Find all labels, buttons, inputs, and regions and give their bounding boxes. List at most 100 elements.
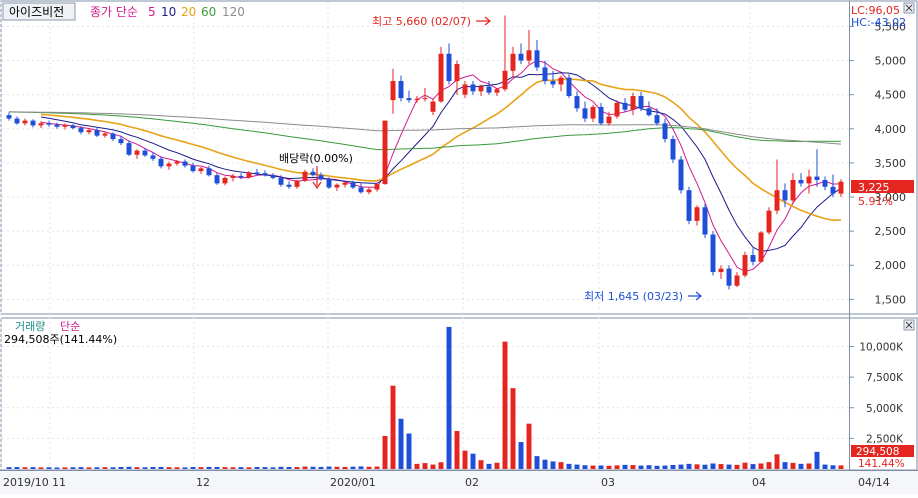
volume-bar bbox=[318, 466, 324, 469]
volume-ma-label: 단순 bbox=[60, 320, 80, 333]
candle-body bbox=[814, 176, 820, 180]
candle-body bbox=[134, 150, 140, 155]
candle-body bbox=[46, 123, 52, 125]
candle-body bbox=[358, 187, 364, 193]
candle-body bbox=[182, 161, 188, 166]
candle-body bbox=[374, 184, 380, 190]
candle-body bbox=[230, 175, 236, 178]
candle-body bbox=[710, 234, 716, 273]
volume-bar bbox=[438, 462, 444, 469]
volume-bar bbox=[726, 464, 732, 469]
price-tick-label: 4,500 bbox=[875, 89, 907, 102]
volume-bar bbox=[782, 462, 788, 469]
volume-bar bbox=[134, 467, 140, 469]
x-axis-strip bbox=[0, 470, 918, 494]
date-tick-label: 12 bbox=[196, 476, 210, 489]
candle-body bbox=[342, 182, 348, 185]
volume-bar bbox=[390, 385, 396, 469]
volume-bar bbox=[494, 462, 500, 469]
volume-bar bbox=[334, 466, 340, 469]
volume-bar bbox=[358, 466, 364, 469]
volume-bar bbox=[150, 467, 156, 469]
candle-body bbox=[14, 118, 20, 124]
candle-body bbox=[422, 98, 428, 100]
price-panel-frame bbox=[0, 0, 918, 315]
volume-bar bbox=[462, 450, 468, 469]
candle-body bbox=[782, 190, 788, 201]
volume-bar bbox=[14, 467, 20, 469]
candle-body bbox=[430, 101, 436, 112]
volume-bar bbox=[558, 462, 564, 469]
volume-bar bbox=[814, 451, 820, 469]
candle-body bbox=[262, 173, 268, 176]
volume-bar bbox=[30, 467, 36, 469]
volume-bar bbox=[246, 467, 252, 469]
volume-tag-value: 294,508 bbox=[856, 446, 899, 458]
volume-bar bbox=[286, 466, 292, 469]
candle-body bbox=[614, 102, 620, 117]
candle-body bbox=[566, 77, 572, 97]
volume-bar bbox=[550, 461, 556, 469]
volume-bar bbox=[694, 464, 700, 469]
candle-body bbox=[542, 67, 548, 82]
candle-body bbox=[798, 179, 804, 184]
volume-bar bbox=[542, 459, 548, 469]
candle-body bbox=[662, 123, 668, 140]
stock-chart-window: 1,500 2,000 2,500 3,000 3,500 4,000 4,500 5,000… bbox=[0, 0, 918, 494]
volume-bar bbox=[38, 467, 44, 469]
candle-body bbox=[670, 139, 676, 160]
candle-body bbox=[294, 180, 300, 187]
candle-body bbox=[806, 176, 812, 184]
volume-bar bbox=[294, 467, 300, 469]
candle-body bbox=[742, 255, 748, 276]
candle-body bbox=[510, 53, 516, 71]
volume-bar bbox=[414, 463, 420, 469]
volume-bar bbox=[582, 465, 588, 469]
candle-body bbox=[174, 161, 180, 164]
candle-body bbox=[366, 189, 372, 193]
volume-bar bbox=[342, 466, 348, 469]
price-tick-label: 3,500 bbox=[875, 157, 907, 170]
volume-bar bbox=[182, 467, 188, 469]
hc-label: HC:-43,02 bbox=[851, 16, 906, 29]
volume-bar bbox=[638, 465, 644, 469]
volume-bar bbox=[374, 466, 380, 469]
volume-bar bbox=[86, 467, 92, 469]
volume-bar bbox=[662, 465, 668, 469]
candle-body bbox=[646, 108, 652, 116]
volume-bar bbox=[758, 463, 764, 469]
volume-bar bbox=[534, 456, 540, 469]
volume-bar bbox=[190, 467, 196, 469]
volume-bar bbox=[718, 464, 724, 469]
candle-body bbox=[310, 171, 316, 176]
price-tick-label: 5,000 bbox=[875, 55, 907, 68]
current-price-value: 3,225 bbox=[858, 181, 890, 194]
volume-bar bbox=[502, 341, 508, 469]
price-tick-label: 2,000 bbox=[875, 259, 907, 272]
candle-body bbox=[622, 102, 628, 110]
volume-bar bbox=[470, 453, 476, 469]
candle-body bbox=[150, 155, 156, 159]
legend-ma60: 60 bbox=[201, 5, 216, 19]
volume-bar bbox=[454, 431, 460, 469]
volume-title: 거래량 bbox=[15, 320, 45, 333]
candle-body bbox=[478, 86, 484, 92]
volume-bar bbox=[206, 466, 212, 469]
candle bbox=[766, 207, 772, 235]
candle bbox=[670, 135, 676, 163]
candle-body bbox=[590, 106, 596, 119]
change-pct: 5.91% bbox=[858, 195, 893, 208]
candle bbox=[702, 203, 708, 238]
volume-bar bbox=[198, 467, 204, 469]
volume-bar bbox=[702, 464, 708, 469]
volume-bar bbox=[22, 467, 28, 469]
volume-bar bbox=[710, 463, 716, 469]
volume-bar bbox=[790, 462, 796, 469]
volume-bar bbox=[230, 467, 236, 469]
volume-bar bbox=[806, 463, 812, 469]
candle-body bbox=[318, 175, 324, 180]
dividend-annotation: 배당락(0.00%) bbox=[279, 152, 353, 165]
volume-bar bbox=[238, 467, 244, 469]
price-tick-label: 4,000 bbox=[875, 123, 907, 136]
candle-body bbox=[126, 143, 132, 155]
